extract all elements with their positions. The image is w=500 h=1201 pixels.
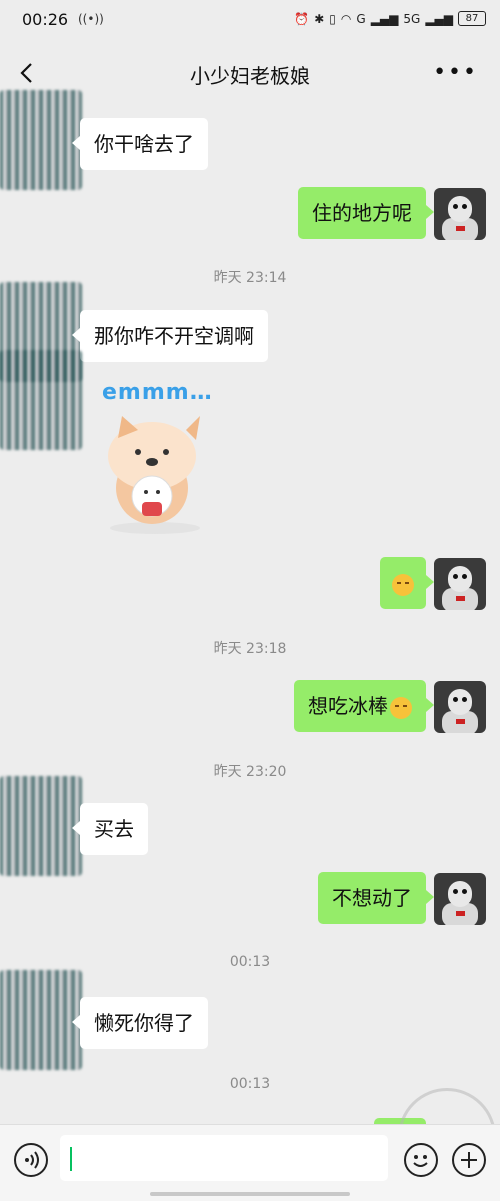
contact-avatar[interactable] [0, 776, 82, 876]
add-attachment-button[interactable] [452, 1143, 486, 1177]
self-avatar[interactable] [434, 188, 486, 240]
vibrate-icon: ▯ [329, 11, 336, 26]
bluetooth-icon: ✱ [314, 11, 325, 26]
signal-icon-2: ▂▄▆ [425, 11, 453, 26]
contact-avatar[interactable] [0, 970, 82, 1070]
network-label-1: G [356, 11, 366, 26]
message-bubble-left[interactable]: 你干啥去了 [72, 118, 208, 170]
home-indicator[interactable] [150, 1192, 350, 1196]
status-bar: 00:26 ((•)) ⏰ ✱ ▯ ◠ G ▂▄▆ 5G ▂▄▆ 87 [0, 0, 500, 40]
sticker-message[interactable]: emmm… [100, 378, 230, 540]
emoji-button[interactable] [404, 1143, 438, 1177]
message-text: 想吃冰棒 [308, 694, 388, 718]
kissing-face-icon [392, 573, 414, 596]
text-caret [70, 1147, 72, 1171]
self-avatar[interactable] [434, 558, 486, 610]
plus-icon [461, 1152, 477, 1168]
input-bar [0, 1124, 500, 1201]
message-bubble-right[interactable]: 不想动了 [318, 872, 434, 924]
status-icons: ⏰ ✱ ▯ ◠ G ▂▄▆ 5G ▂▄▆ 87 [294, 11, 486, 26]
self-avatar[interactable] [434, 873, 486, 925]
message-input[interactable] [60, 1135, 388, 1181]
voice-icon [25, 1151, 39, 1169]
contact-avatar[interactable] [0, 350, 82, 450]
crying-face-icon [390, 696, 412, 719]
more-options-button[interactable]: ••• [433, 60, 478, 85]
status-time: 00:26 [22, 10, 69, 29]
smiley-icon [413, 1155, 428, 1167]
alarm-icon: ⏰ [294, 11, 310, 26]
voice-input-button[interactable] [14, 1143, 48, 1177]
battery-icon: 87 [458, 11, 486, 26]
message-bubble-right[interactable]: 住的地方呢 [298, 187, 434, 239]
network-label-2: 5G [403, 11, 421, 26]
timestamp: 00:13 [229, 1076, 271, 1092]
chat-title: 小少妇老板娘 [190, 64, 310, 88]
timestamp: 昨天 23:18 [213, 641, 287, 657]
message-bubble-right[interactable]: 想吃冰棒 [294, 680, 434, 732]
signal-icon: ▂▄▆ [370, 11, 399, 26]
message-bubble-left[interactable]: 懒死你得了 [72, 997, 208, 1049]
message-bubble-left[interactable]: 买去 [72, 803, 148, 855]
timestamp: 00:13 [229, 954, 271, 970]
sticker-caption: emmm… [102, 380, 213, 405]
contact-avatar[interactable] [0, 90, 82, 190]
self-avatar[interactable] [434, 681, 486, 733]
wifi-icon: ◠ [340, 11, 352, 26]
hotspot-icon: ((•)) [78, 12, 104, 26]
message-bubble-right[interactable] [380, 557, 434, 609]
message-bubble-left[interactable]: 那你咋不开空调啊 [72, 310, 268, 362]
